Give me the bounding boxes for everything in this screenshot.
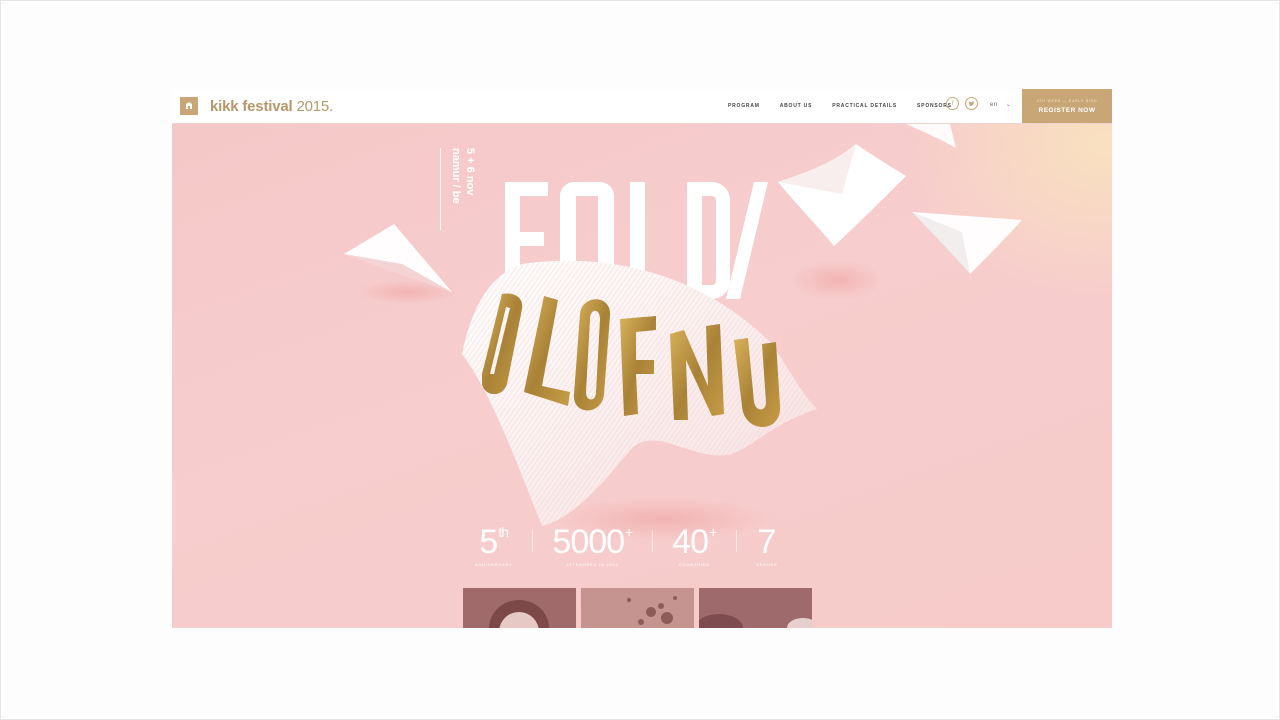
paper-corner — [906, 124, 956, 148]
register-label: REGISTER NOW — [1038, 106, 1096, 114]
stat-number: 40 — [672, 523, 709, 561]
logo-year: 2015. — [296, 97, 334, 115]
thumbnail-row — [463, 588, 817, 628]
flying-paper — [778, 144, 906, 246]
logo-name: kikk festival — [210, 97, 293, 115]
event-date-block: 5 + 6 nov namur / be — [440, 148, 476, 230]
register-sub-label: 4TH WEEK — EARLY BIRD — [1036, 98, 1098, 103]
portrait-thumbnail[interactable] — [699, 588, 812, 628]
language-value: en — [990, 101, 998, 108]
stat-suffix: + — [625, 524, 633, 540]
stat-number: 5 — [479, 523, 498, 561]
nav-item-program[interactable]: PROGRAM — [728, 103, 760, 109]
abstract-thumbnail[interactable] — [581, 588, 694, 628]
facebook-icon[interactable]: f — [946, 97, 959, 110]
stat-label: ANNIVERSARY — [475, 562, 513, 567]
small-paper — [912, 212, 1022, 274]
stat-anniversary: 5th ANNIVERSARY — [455, 524, 532, 567]
social-links: f — [946, 97, 984, 110]
stat-countries: 40 + COUNTRIES — [652, 524, 736, 567]
stat-suffix: + — [709, 524, 717, 540]
date-divider — [440, 148, 441, 230]
stat-label: ATTENDEES IN 2014 — [566, 562, 619, 567]
nav-item-practical-details[interactable]: PRACTICAL DETAILS — [832, 103, 897, 109]
stats-bar: 5th ANNIVERSARY 5000 + ATTENDEES IN 2014 … — [455, 524, 798, 574]
stat-number: 5000 — [552, 523, 625, 561]
main-nav: PROGRAM ABOUT US PRACTICAL DETAILS SPONS… — [728, 89, 972, 123]
stat-attendees: 5000 + ATTENDEES IN 2014 — [532, 524, 652, 567]
logo-text: kikk festival 2015. — [210, 98, 333, 115]
stat-label: VENUES — [756, 562, 778, 567]
site-header: kikk festival 2015. PROGRAM ABOUT US PRAC… — [172, 89, 1112, 124]
portrait-thumbnail[interactable] — [463, 588, 576, 628]
twitter-icon[interactable] — [965, 97, 978, 110]
event-location: namur / be — [450, 148, 462, 204]
website-viewport: kikk festival 2015. PROGRAM ABOUT US PRAC… — [172, 89, 1112, 628]
stat-number: 7 — [757, 523, 776, 561]
site-logo[interactable]: kikk festival 2015. — [180, 95, 333, 117]
stat-label: COUNTRIES — [678, 562, 710, 567]
stat-venues: 7 VENUES — [736, 524, 797, 567]
event-date: 5 + 6 nov — [464, 148, 476, 196]
stat-suffix: th — [498, 524, 509, 540]
hero-section: 5 + 6 nov namur / be 5th ANNIVERSARY 500… — [172, 124, 1112, 628]
nav-item-about-us[interactable]: ABOUT US — [780, 103, 813, 109]
language-select[interactable]: en ⌄ — [990, 101, 1012, 109]
paper-shadow — [792, 260, 882, 300]
register-button[interactable]: 4TH WEEK — EARLY BIRD REGISTER NOW — [1022, 89, 1112, 123]
kikk-logo-icon — [180, 97, 198, 115]
event-date-text: 5 + 6 nov namur / be — [449, 148, 477, 204]
chevron-down-icon: ⌄ — [1005, 102, 1012, 108]
